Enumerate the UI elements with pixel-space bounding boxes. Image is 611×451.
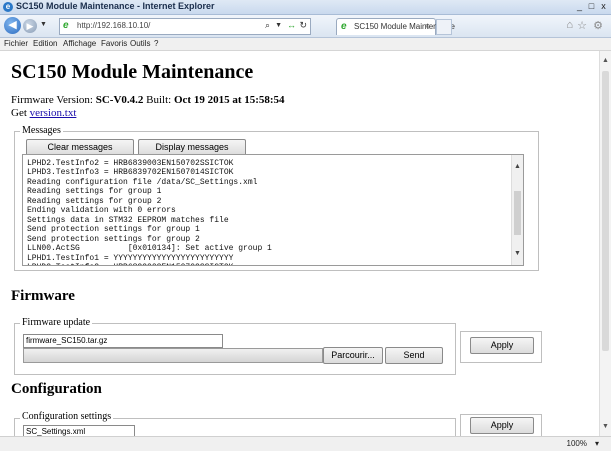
tab-favicon-icon: e	[341, 21, 347, 32]
address-dropdown-icon[interactable]: ▼	[275, 22, 282, 29]
forward-icon[interactable]: ▶	[23, 19, 37, 33]
configuration-legend: Configuration settings	[20, 411, 114, 422]
site-favicon-icon: e	[63, 20, 69, 31]
status-bar: 100% ▾	[0, 436, 611, 451]
upload-progress-bar	[23, 348, 323, 363]
log-line: Send protection settings for group 2	[27, 234, 200, 244]
firmware-update-legend: Firmware update	[20, 317, 93, 328]
menu-item-outils[interactable]: Outils	[130, 39, 150, 48]
menu-item-fichier[interactable]: Fichier	[4, 39, 28, 48]
log-scrollbar[interactable]: ▲ ▼	[511, 155, 523, 265]
log-scroll-thumb[interactable]	[514, 191, 521, 235]
log-line: LPHD3.TestInfo3 = HRB6839702EN1507014SIC…	[27, 168, 234, 177]
page-scroll-up-icon[interactable]: ▲	[602, 57, 609, 64]
firmware-heading: Firmware	[11, 288, 75, 304]
browse-button[interactable]: Parcourir...	[323, 347, 383, 364]
log-line: Send protection settings for group 1	[27, 225, 200, 234]
version-txt-link[interactable]: version.txt	[30, 107, 77, 119]
messages-legend: Messages	[20, 125, 63, 136]
configuration-heading: Configuration	[11, 381, 102, 397]
log-line: Ending validation with 0 errors	[27, 206, 176, 215]
firmware-file-field[interactable]: firmware_SC150.tar.gz	[23, 334, 223, 348]
page-scroll-down-icon[interactable]: ▼	[602, 423, 609, 430]
page-content: SC150 Module Maintenance Firmware Versio…	[0, 51, 600, 436]
zoom-dropdown-icon[interactable]: ▾	[595, 439, 599, 448]
send-button[interactable]: Send	[385, 347, 443, 364]
back-icon[interactable]: ◀	[4, 17, 21, 34]
configuration-apply-button[interactable]: Apply	[470, 417, 534, 434]
page-scroll-thumb[interactable]	[602, 71, 609, 351]
log-line: Reading settings for group 1	[27, 187, 162, 196]
fw-built-date: Oct 19 2015 at 15:58:54	[173, 94, 285, 106]
zoom-level[interactable]: 100%	[567, 439, 587, 448]
log-line: LPHD1.TestInfo1 = YYYYYYYYYYYYYYYYYYYYYY…	[27, 253, 234, 263]
messages-log[interactable]: LPHD1.TestInfo1 = YYYYYYYYYYYYYYYYYYYYYY…	[22, 154, 524, 266]
fw-version: SC-V0.4.2	[95, 94, 144, 106]
minimize-button[interactable]: _	[574, 1, 585, 11]
address-toolbar: ◀ ▶ ▼ e http://192.168.10.10/ ⌕ ▼ ↔ ↻ e …	[0, 15, 611, 38]
menu-item-help[interactable]: ?	[154, 39, 158, 48]
page-title: SC150 Module Maintenance	[11, 61, 254, 83]
history-dropdown-icon[interactable]: ▼	[40, 21, 47, 28]
log-line: Reading settings for group 2	[27, 196, 162, 206]
menu-bar: Fichier Edition Affichage Favoris Outils…	[0, 38, 611, 51]
log-line: LPHD2.TestInfo2 = HRB6839003EN150702SSIC…	[27, 263, 272, 265]
new-tab-button[interactable]	[436, 19, 452, 35]
tab-close-icon[interactable]: ×	[425, 21, 430, 31]
address-url: http://192.168.10.10/	[77, 21, 151, 30]
configuration-file-field[interactable]: SC_Settings.xml	[23, 425, 135, 436]
log-line: LPHD2.TestInfo2 = HRB6839003EN150702SSIC…	[27, 158, 234, 168]
tools-gear-icon[interactable]: ⚙	[593, 19, 603, 32]
get-label: Get	[11, 107, 30, 119]
firmware-version-line: Firmware Version: SC-V0.4.2 Built: Oct 1…	[11, 94, 285, 106]
favorites-star-icon[interactable]: ☆	[577, 19, 587, 32]
log-line: Settings data in STM32 EEPROM matches fi…	[27, 215, 229, 225]
fw-built-label: Built:	[143, 94, 174, 106]
search-icon[interactable]: ⌕	[265, 20, 270, 31]
scroll-down-icon[interactable]: ▼	[514, 250, 521, 257]
menu-item-favoris[interactable]: Favoris	[101, 39, 127, 48]
home-icon[interactable]: ⌂	[566, 19, 573, 31]
firmware-apply-button[interactable]: Apply	[470, 337, 534, 354]
log-line: Reading configuration file /data/SC_Sett…	[27, 177, 258, 187]
log-line: LLN00.ActSG [0x010134]: Set active group…	[27, 244, 272, 253]
menu-item-affichage[interactable]: Affichage	[63, 39, 96, 48]
address-field[interactable]: e http://192.168.10.10/ ⌕ ▼ ↔ ↻	[59, 18, 311, 35]
ie-logo-icon: e	[3, 2, 13, 12]
close-window-button[interactable]: x	[598, 1, 609, 11]
window-title-bar: e SC150 Module Maintenance - Internet Ex…	[0, 0, 611, 15]
messages-log-lines: LPHD1.TestInfo1 = YYYYYYYYYYYYYYYYYYYYYY…	[27, 155, 272, 265]
window-title: SC150 Module Maintenance - Internet Expl…	[16, 1, 215, 11]
tab-sc150[interactable]: e SC150 Module Maintenance ×	[336, 18, 455, 35]
get-version-line: Get version.txt	[11, 107, 76, 119]
page-scrollbar[interactable]: ▲ ▼	[599, 51, 611, 436]
maximize-button[interactable]: □	[586, 1, 597, 11]
menu-item-edition[interactable]: Edition	[33, 39, 57, 48]
compat-icon[interactable]: ↔	[287, 20, 296, 30]
refresh-icon[interactable]: ↻	[299, 20, 307, 31]
fw-prefix: Firmware Version:	[11, 94, 96, 106]
scroll-up-icon[interactable]: ▲	[514, 163, 521, 170]
